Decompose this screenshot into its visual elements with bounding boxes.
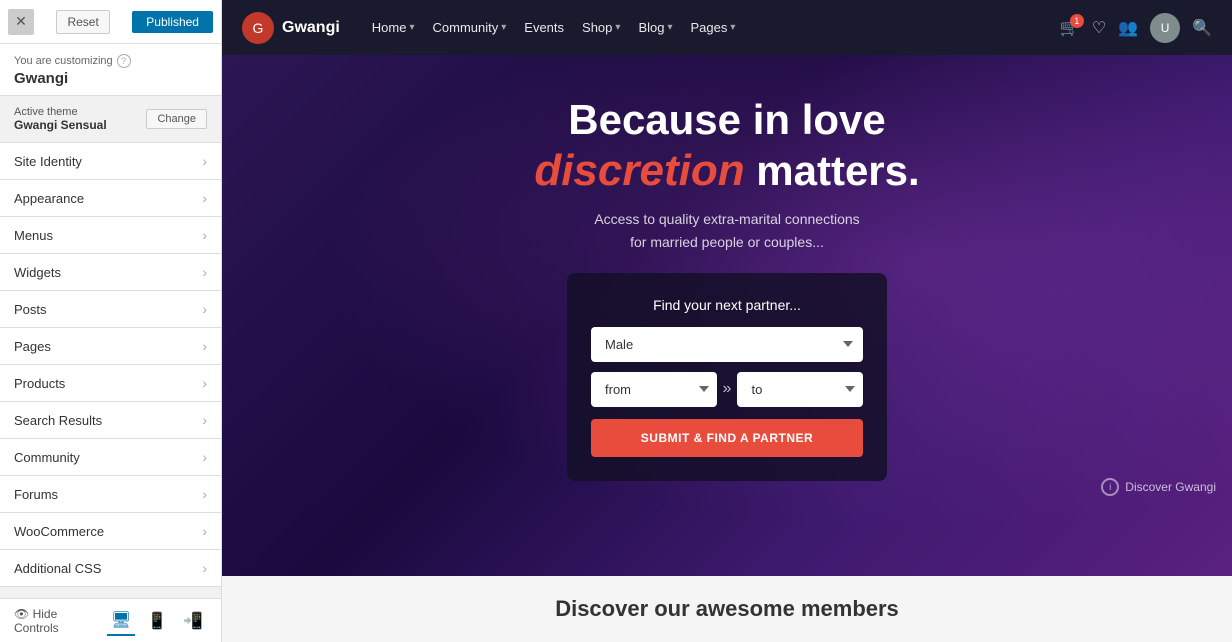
hero-title: Because in love discretion matters. [534,95,919,198]
nav-link-shop[interactable]: Shop ▾ [582,20,620,35]
theme-section: Active theme Gwangi Sensual Change [0,96,221,143]
chevron-right-icon: › [202,301,207,317]
chevron-right-icon: › [202,264,207,280]
chevron-right-icon: › [202,227,207,243]
chevron-right-icon: › [202,153,207,169]
shop-dd-arrow: ▾ [615,22,620,33]
panel-footer: 👁 Hide Controls 🖥 📱 📲 [0,598,221,642]
nav-link-blog[interactable]: Blog ▾ [638,20,672,35]
change-theme-button[interactable]: Change [146,109,207,129]
heart-icon-button[interactable]: ♡ [1092,18,1106,38]
cart-badge: 1 [1070,14,1084,28]
eye-icon: 👁 [14,607,29,621]
published-button[interactable]: Published [132,11,213,33]
logo-text: Gwangi [282,19,340,37]
gender-select[interactable]: Male Female Any [591,327,863,362]
user-avatar[interactable]: U [1150,13,1180,43]
info-icon[interactable]: ? [117,54,131,68]
chevron-right-icon: › [202,560,207,576]
menu-item-additional-css[interactable]: Additional CSS› [0,550,221,587]
nav-link-events[interactable]: Events [524,20,564,35]
hero-subtitle: Access to quality extra-marital connecti… [534,208,919,253]
hero-title-line2: discretion matters. [534,145,919,198]
discover-badge: i Discover Gwangi [1101,478,1216,496]
hero-subtitle-line1: Access to quality extra-marital connecti… [534,208,919,230]
chevron-right-icon: › [202,190,207,206]
reset-button[interactable]: Reset [56,10,109,34]
members-icon-button[interactable]: 👥 [1118,18,1138,38]
blog-dd-arrow: ▾ [667,22,672,33]
menu-item-posts[interactable]: Posts› [0,291,221,328]
hero-title-italic: discretion [534,146,744,195]
menu-item-appearance[interactable]: Appearance› [0,180,221,217]
tablet-preview-button[interactable]: 📱 [143,606,171,636]
search-box-title: Find your next partner... [591,297,863,313]
pages-dd-arrow: ▾ [730,22,735,33]
age-to-select[interactable]: to [737,372,863,407]
community-dd-arrow: ▾ [501,22,506,33]
chevron-right-icon: › [202,375,207,391]
chevron-right-icon: › [202,486,207,502]
menu-item-community[interactable]: Community› [0,439,221,476]
hide-controls-button[interactable]: 👁 Hide Controls [14,607,95,635]
site-nav: G Gwangi Home ▾ Community ▾ Events Shop … [222,0,1232,55]
menu-item-search-results[interactable]: Search Results› [0,402,221,439]
panel-info: You are customizing ? Gwangi [0,44,221,96]
site-logo: G Gwangi [242,12,340,44]
customizer-panel: ✕ Reset Published You are customizing ? … [0,0,222,642]
chevron-right-icon: › [202,449,207,465]
hero-title-end: matters. [745,147,920,194]
menu-item-menus[interactable]: Menus› [0,217,221,254]
customizing-label: You are customizing ? [14,54,207,68]
menu-item-products[interactable]: Products› [0,365,221,402]
menu-item-forums[interactable]: Forums› [0,476,221,513]
hero-title-line1: Because in love [534,95,919,145]
nav-link-community[interactable]: Community ▾ [433,20,507,35]
cart-icon-button[interactable]: 🛒 1 [1060,18,1080,38]
chevron-right-icon: › [202,412,207,428]
site-name: Gwangi [14,70,207,87]
menu-item-woocommerce[interactable]: WooCommerce› [0,513,221,550]
below-hero: Discover our awesome members [222,576,1232,642]
hero-subtitle-line2: for married people or couples... [534,231,919,253]
menu-item-widgets[interactable]: Widgets› [0,254,221,291]
age-from-select[interactable]: from [591,372,717,407]
close-button[interactable]: ✕ [8,9,34,35]
menu-list: Site Identity›Appearance›Menus›Widgets›P… [0,143,221,598]
search-icon-button[interactable]: 🔍 [1192,18,1212,38]
nav-link-home[interactable]: Home ▾ [372,20,415,35]
age-arrow-icon: » [723,380,732,398]
nav-right: 🛒 1 ♡ 👥 U 🔍 [1060,13,1212,43]
chevron-right-icon: › [202,523,207,539]
age-row: from » to [591,372,863,407]
menu-item-pages[interactable]: Pages› [0,328,221,365]
discover-badge-label: Discover Gwangi [1125,480,1216,494]
discover-circle-icon: i [1101,478,1119,496]
search-box: Find your next partner... Male Female An… [567,273,887,481]
mobile-preview-button[interactable]: 📲 [179,606,207,636]
theme-name: Gwangi Sensual [14,118,107,132]
preview-icons: 🖥 📱 📲 [107,606,207,636]
logo-icon: G [242,12,274,44]
main-area: G Gwangi Home ▾ Community ▾ Events Shop … [222,0,1232,642]
active-theme-label: Active theme [14,106,107,118]
discover-members-title: Discover our awesome members [242,596,1212,622]
home-dd-arrow: ▾ [409,22,414,33]
menu-item-site-identity[interactable]: Site Identity› [0,143,221,180]
panel-header: ✕ Reset Published [0,0,221,44]
desktop-preview-button[interactable]: 🖥 [107,606,135,636]
nav-link-pages[interactable]: Pages ▾ [691,20,736,35]
submit-button[interactable]: SUBMIT & FIND A PARTNER [591,419,863,457]
nav-links: Home ▾ Community ▾ Events Shop ▾ Blog ▾ … [372,20,1044,35]
hero-content: Because in love discretion matters. Acce… [534,95,919,253]
chevron-right-icon: › [202,338,207,354]
hero-section: Because in love discretion matters. Acce… [222,55,1232,576]
